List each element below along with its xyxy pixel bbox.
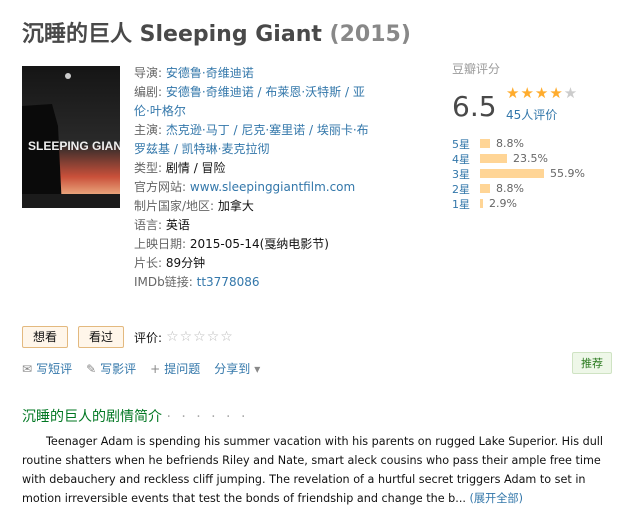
writer-row: 编剧: 安德鲁·奇维迪诺 / 布莱恩·沃特斯 / 亚伦·叶格尔	[134, 85, 365, 118]
seen-button[interactable]: 看过	[78, 326, 125, 348]
language-value: 英语	[165, 218, 190, 232]
rating-bar	[480, 184, 490, 193]
plus-icon: +	[150, 361, 161, 376]
release-row: 上映日期: 2015-05-14(戛纳电影节)	[134, 237, 329, 251]
rating-bar	[480, 139, 490, 148]
rating-panel: 豆瓣评分 6.5 ★★★★★ 45人评价 5星 8.8% 4星 23.5% 3星 55.9…	[452, 60, 622, 211]
rating-bar-percent: 55.9%	[550, 167, 585, 180]
language-row: 语言: 英语	[134, 218, 190, 232]
rating-bar-label: 2星	[452, 182, 470, 196]
rating-bar-percent: 2.9%	[489, 197, 517, 210]
runtime-row: 片长: 89分钟	[134, 256, 206, 270]
pencil-icon: ✎	[86, 361, 97, 376]
release-value: 2015-05-14(戛纳电影节)	[189, 237, 329, 251]
rating-bar-label: 1星	[452, 197, 470, 211]
want-button[interactable]: 想看	[22, 326, 69, 348]
star-icon: ★★★	[506, 84, 550, 102]
rating-bar-percent: 8.8%	[496, 182, 524, 195]
rating-header: 豆瓣评分	[452, 62, 501, 76]
rating-stars: ★★★★★	[506, 84, 578, 102]
director-link[interactable]: 安德鲁·奇维迪诺	[166, 66, 254, 80]
write-review[interactable]: ✎ 写影评	[86, 360, 136, 377]
movie-poster[interactable]: SLEEPING GIANT	[22, 66, 120, 208]
rating-bar	[480, 154, 507, 163]
movie-info: 导演: 安德鲁·奇维迪诺 编剧: 安德鲁·奇维迪诺 / 布莱恩·沃特斯 / 亚伦…	[134, 64, 374, 292]
movie-year: (2015)	[329, 22, 411, 47]
imdb-row: IMDb链接: tt3778086	[134, 275, 260, 289]
rating-score: 6.5	[452, 90, 497, 123]
recommend-button[interactable]: 推荐	[572, 352, 612, 374]
chevron-down-icon: ▾	[254, 361, 261, 376]
comment-icon: ✉	[22, 361, 33, 376]
share-dropdown[interactable]: 分享到 ▾	[214, 360, 264, 377]
writer-links[interactable]: 安德鲁·奇维迪诺 / 布莱恩·沃特斯 / 亚伦·叶格尔	[134, 85, 365, 118]
summary-text: Teenager Adam is spending his summer vac…	[22, 435, 603, 505]
rating-bar-label: 3星	[452, 167, 470, 181]
cast-row: 主演: 杰克逊·马丁 / 尼克·塞里诺 / 埃丽卡·布罗兹基 / 凯特琳·麦克拉…	[134, 123, 369, 156]
ask-question[interactable]: + 提问题	[150, 360, 200, 377]
rating-bar	[480, 169, 544, 178]
rating-bar-label: 5星	[452, 137, 470, 151]
rating-bar-percent: 23.5%	[513, 152, 548, 165]
action-buttons: 想看 看过 评价: ☆☆☆☆☆	[22, 326, 234, 348]
site-row: 官方网站: www.sleepinggiantfilm.com	[134, 180, 356, 194]
write-short-review[interactable]: ✉ 写短评	[22, 360, 72, 377]
rating-bar-row: 4星 23.5%	[452, 151, 585, 166]
rating-distribution: 5星 8.8% 4星 23.5% 3星 55.9% 2星 8.8% 1星 2.9%	[452, 136, 585, 211]
cast-links[interactable]: 杰克逊·马丁 / 尼克·塞里诺 / 埃丽卡·布罗兹基 / 凯特琳·麦克拉彻	[134, 123, 369, 156]
runtime-value: 89分钟	[165, 256, 206, 270]
rating-bar-percent: 8.8%	[496, 137, 524, 150]
page-title: 沉睡的巨人 Sleeping Giant (2015)	[22, 16, 411, 48]
country-value: 加拿大	[217, 199, 254, 213]
imdb-link[interactable]: tt3778086	[197, 275, 260, 289]
summary-heading: 沉睡的巨人的剧情简介 · · · · · ·	[22, 409, 249, 425]
rating-bar	[480, 199, 483, 208]
rating-bar-row: 2星 8.8%	[452, 181, 585, 196]
genre-value: 剧情 / 冒险	[165, 161, 226, 175]
director-row: 导演: 安德鲁·奇维迪诺	[134, 66, 254, 80]
rating-bar-row: 1星 2.9%	[452, 196, 585, 211]
rate-label: 评价:	[134, 330, 163, 345]
movie-name: 沉睡的巨人 Sleeping Giant	[22, 22, 322, 47]
star-empty-icon: ★	[563, 84, 579, 102]
site-link[interactable]: www.sleepinggiantfilm.com	[190, 180, 355, 194]
expand-summary-link[interactable]: (展开全部)	[470, 492, 523, 505]
poster-art: SLEEPING GIANT	[22, 66, 120, 208]
genre-row: 类型: 剧情 / 冒险	[134, 161, 226, 175]
rating-bar-label: 4星	[452, 152, 470, 166]
country-row: 制片国家/地区: 加拿大	[134, 199, 254, 213]
action-links: ✉ 写短评 ✎ 写影评 + 提问题 分享到 ▾	[22, 360, 278, 377]
rating-count-link[interactable]: 45人评价	[506, 106, 557, 123]
poster-title: SLEEPING GIANT	[28, 139, 120, 153]
rate-stars-input[interactable]: ☆☆☆☆☆	[166, 329, 234, 345]
rating-bar-row: 5星 8.8%	[452, 136, 585, 151]
half-star-icon: ★	[549, 84, 564, 102]
rating-bar-row: 3星 55.9%	[452, 166, 585, 181]
